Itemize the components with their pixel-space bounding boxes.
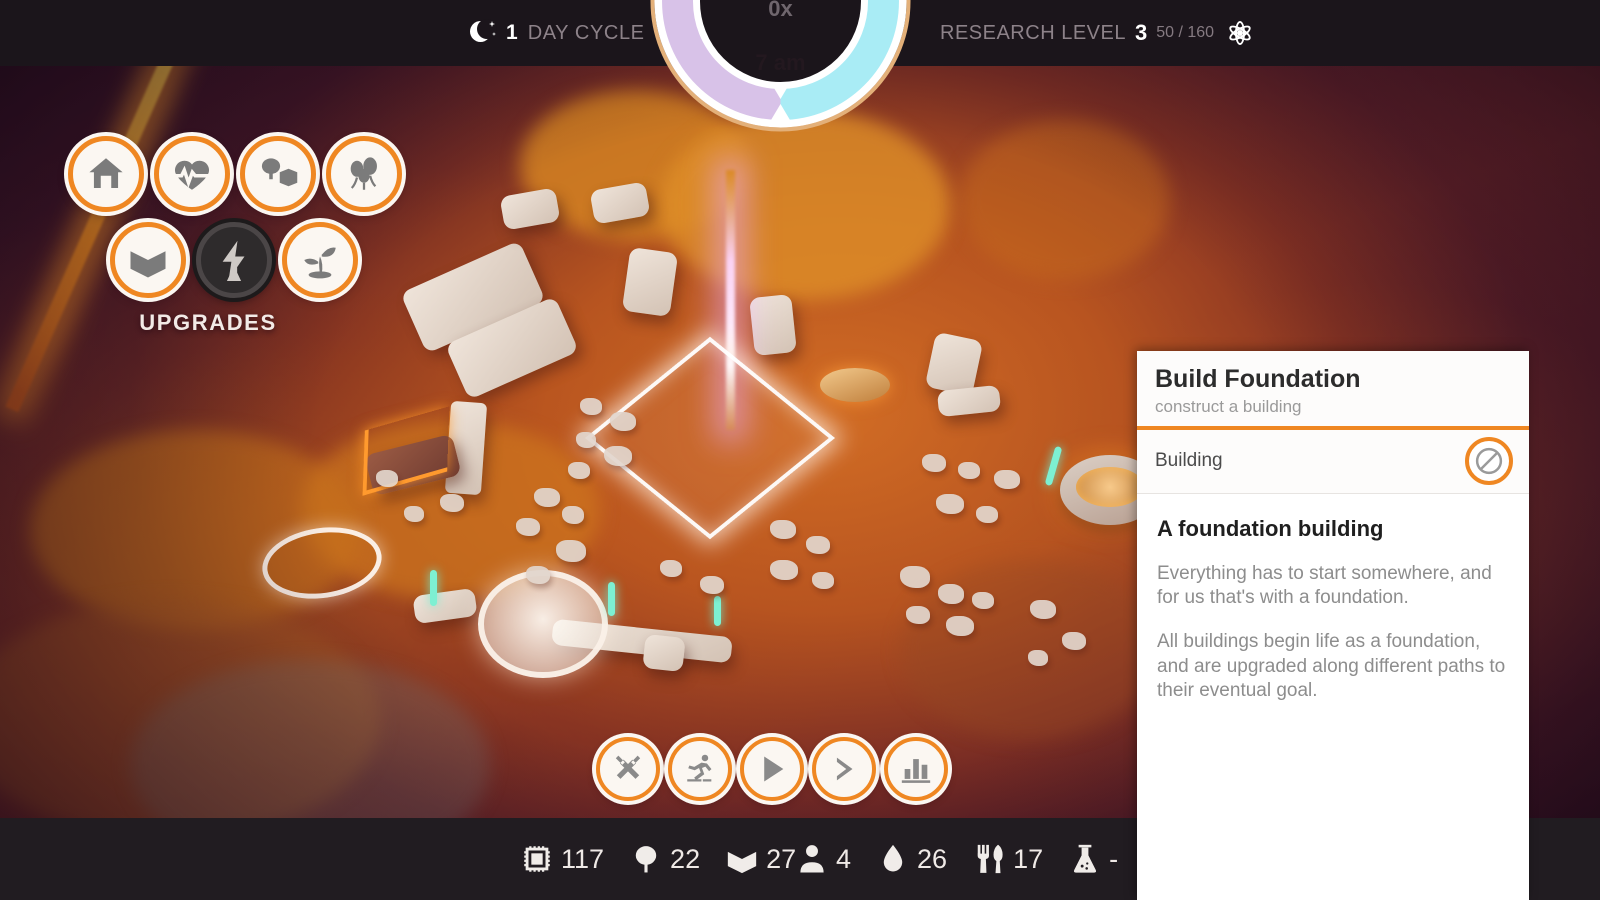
game-speed-value: 0x xyxy=(768,0,793,21)
upgrade-button-health[interactable] xyxy=(154,136,230,212)
chip-icon xyxy=(524,846,550,872)
upgrade-button-housing[interactable] xyxy=(68,136,144,212)
resource-crates[interactable]: 27 xyxy=(725,842,796,876)
crate-icon xyxy=(727,844,757,874)
panel-header: Build Foundation construct a building xyxy=(1137,351,1529,426)
running-person-icon xyxy=(687,754,712,782)
resource-wood[interactable]: 22 xyxy=(629,842,700,876)
upgrade-button-storage[interactable] xyxy=(110,222,186,298)
balloons-icon xyxy=(350,157,377,190)
game-controls xyxy=(596,737,948,801)
upgrade-button-resources[interactable] xyxy=(240,136,316,212)
resource-value: - xyxy=(1109,843,1119,874)
flask-icon xyxy=(1074,844,1097,873)
tree-icon xyxy=(635,846,657,873)
panel-body: A foundation building Everything has to … xyxy=(1137,494,1529,900)
panel-title: Build Foundation xyxy=(1155,365,1361,393)
research-level-label: RESEARCH LEVEL xyxy=(940,21,1126,44)
crossed-hammers-icon xyxy=(615,755,641,779)
droplet-icon xyxy=(883,844,903,872)
house-icon xyxy=(89,158,123,188)
control-button-build[interactable] xyxy=(596,737,660,801)
no-entry-glyph xyxy=(1475,448,1503,475)
panel-paragraph-1: Everything has to start somewhere, and f… xyxy=(1157,562,1492,609)
crate-icon xyxy=(130,242,166,278)
control-button-workers[interactable] xyxy=(668,737,732,801)
resource-value: 27 xyxy=(766,843,797,874)
upgrade-button-farming[interactable] xyxy=(282,222,358,298)
resource-components[interactable]: 117 xyxy=(520,842,604,876)
building-row-label: Building xyxy=(1155,450,1223,472)
clock-time: 7 am xyxy=(755,50,806,75)
sprout-icon xyxy=(304,247,336,279)
chevron-right-icon xyxy=(836,757,853,781)
heartbeat-icon xyxy=(172,160,212,190)
day-cycle-count: 1 xyxy=(506,21,518,44)
panel-row-wrapper: Building xyxy=(1137,429,1529,494)
resource-population[interactable]: 4 xyxy=(795,842,851,876)
research-progress: 50 / 160 xyxy=(1156,24,1215,41)
person-icon xyxy=(800,845,824,873)
resource-value: 22 xyxy=(670,843,701,874)
play-icon xyxy=(764,756,784,782)
resource-group-materials: 117 22 27 xyxy=(520,842,812,876)
control-button-fast-forward[interactable] xyxy=(812,737,876,801)
day-cycle-indicator: 1 DAY CYCLE xyxy=(470,0,645,66)
panel-subtitle: construct a building xyxy=(1155,396,1302,416)
resource-group-population: 4 26 17 - xyxy=(795,842,1134,876)
panel-paragraph-2: All buildings begin life as a foundation… xyxy=(1157,631,1506,701)
upgrades-panel: UPGRADES xyxy=(68,136,412,336)
tree-crate-icon xyxy=(261,158,298,187)
resource-value: 117 xyxy=(561,843,605,874)
resource-research[interactable]: - xyxy=(1068,842,1118,876)
no-entry-icon[interactable] xyxy=(1465,437,1513,486)
lightning-flask-icon xyxy=(222,240,245,281)
research-level-indicator[interactable]: RESEARCH LEVEL 3 50 / 160 xyxy=(940,0,1253,66)
bar-chart-icon xyxy=(901,759,931,783)
resource-food[interactable]: 17 xyxy=(972,842,1043,876)
day-cycle-label: DAY CYCLE xyxy=(527,21,645,44)
atom-icon xyxy=(1227,20,1253,46)
upgrades-label: UPGRADES xyxy=(139,310,277,335)
control-button-statistics[interactable] xyxy=(884,737,948,801)
building-row[interactable]: Building xyxy=(1137,430,1529,493)
research-level-value: 3 xyxy=(1134,20,1148,45)
cutlery-icon xyxy=(977,844,1003,874)
resource-value: 4 xyxy=(836,843,852,874)
resource-value: 17 xyxy=(1013,843,1044,874)
resource-water[interactable]: 26 xyxy=(876,842,947,876)
panel-body-heading: A foundation building xyxy=(1157,515,1384,541)
resource-value: 26 xyxy=(917,843,948,874)
upgrade-button-happiness[interactable] xyxy=(326,136,402,212)
upgrade-button-power[interactable] xyxy=(196,222,272,298)
control-button-play[interactable] xyxy=(740,737,804,801)
moon-icon xyxy=(470,19,497,46)
build-info-panel: Build Foundation construct a building Bu… xyxy=(1137,351,1529,900)
game-screen: 1 DAY CYCLE RESEARCH LEVEL 3 50 / 160 0x… xyxy=(0,0,1600,900)
day-night-dial[interactable]: 0x 7 am xyxy=(643,0,918,139)
